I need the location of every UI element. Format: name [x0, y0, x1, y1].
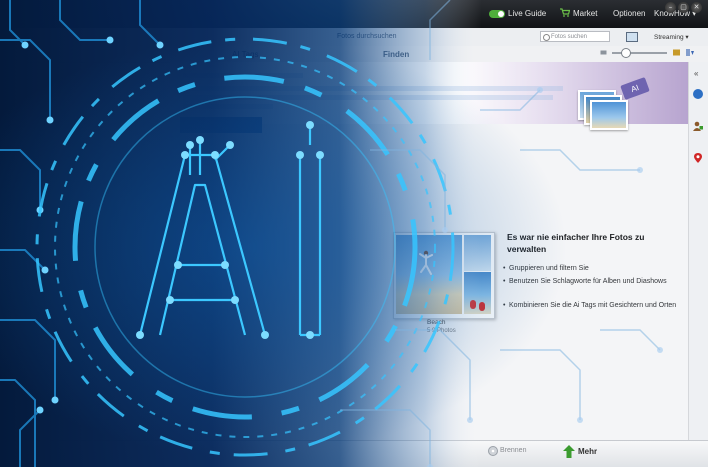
bg-action-button[interactable] [180, 117, 262, 133]
monitor-icon[interactable] [626, 32, 638, 42]
screenshot: Live Guide Market Optionen KnowHow ▾ – ▢… [0, 0, 708, 467]
streaming-dropdown[interactable]: Streaming ▾ [654, 33, 689, 41]
sandal-left [470, 300, 476, 309]
optionen-menu[interactable]: Optionen [613, 9, 645, 18]
jumping-person-figure [419, 250, 433, 275]
close-button[interactable]: ✕ [691, 2, 702, 13]
right-sidebar [688, 62, 708, 442]
more-button-label: Mehr [578, 447, 598, 456]
collapse-icon[interactable]: « [694, 70, 702, 78]
market-link[interactable]: Market [573, 9, 597, 18]
app-window: Live Guide Market Optionen KnowHow ▾ – ▢… [0, 0, 708, 467]
album-photo-sandals [464, 272, 491, 314]
feature-bullet: Benutzen Sie Schlagworte für Alben und D… [503, 276, 679, 287]
person-tag-icon[interactable] [693, 121, 703, 131]
up-arrow-icon [563, 445, 575, 458]
album-name: Beach [427, 319, 446, 326]
title-bar: Live Guide Market Optionen KnowHow ▾ – ▢… [0, 0, 708, 28]
tab-ai-tags[interactable]: AI Tags [232, 50, 259, 59]
tab-finden[interactable]: Finden [383, 50, 409, 59]
disc-icon [488, 446, 498, 456]
maximize-button[interactable]: ▢ [678, 2, 689, 13]
bg-text-line [183, 73, 303, 78]
live-guide-link[interactable]: Live Guide [508, 9, 546, 18]
location-pin-icon[interactable] [693, 153, 703, 163]
search-placeholder: Fotos suchen [551, 34, 588, 40]
search-icon [543, 34, 550, 41]
center-search-label[interactable]: Fotos durchsuchen [337, 33, 397, 40]
feature-bullet: Kombinieren Sie die Ai Tags mit Gesichte… [503, 300, 679, 311]
burn-button[interactable]: Brennen [500, 447, 526, 454]
album-photo-count: 5 9 Photos [427, 328, 456, 334]
minimize-button[interactable]: – [665, 2, 676, 13]
banner-photo-front [590, 100, 628, 130]
live-guide-toggle[interactable] [489, 10, 505, 18]
bg-text-line [183, 95, 553, 100]
feature-headline: Es war nie einfacher Ihre Fotos zu verwa… [507, 232, 645, 254]
sandal-right [479, 302, 485, 311]
photo-search-input[interactable]: Fotos suchen [540, 31, 610, 42]
feature-bullet: Gruppieren und filtern Sie [503, 263, 679, 274]
zoom-slider-handle[interactable] [621, 48, 631, 58]
small-thumb-icon[interactable] [600, 49, 607, 56]
bg-text-line [183, 86, 563, 91]
market-cart-icon [560, 8, 570, 17]
large-thumb-icon[interactable] [673, 49, 680, 56]
info-icon[interactable] [693, 89, 703, 99]
album-photo-sky [464, 235, 491, 271]
bg-text-line [183, 104, 273, 109]
sort-icon[interactable] [686, 49, 696, 56]
